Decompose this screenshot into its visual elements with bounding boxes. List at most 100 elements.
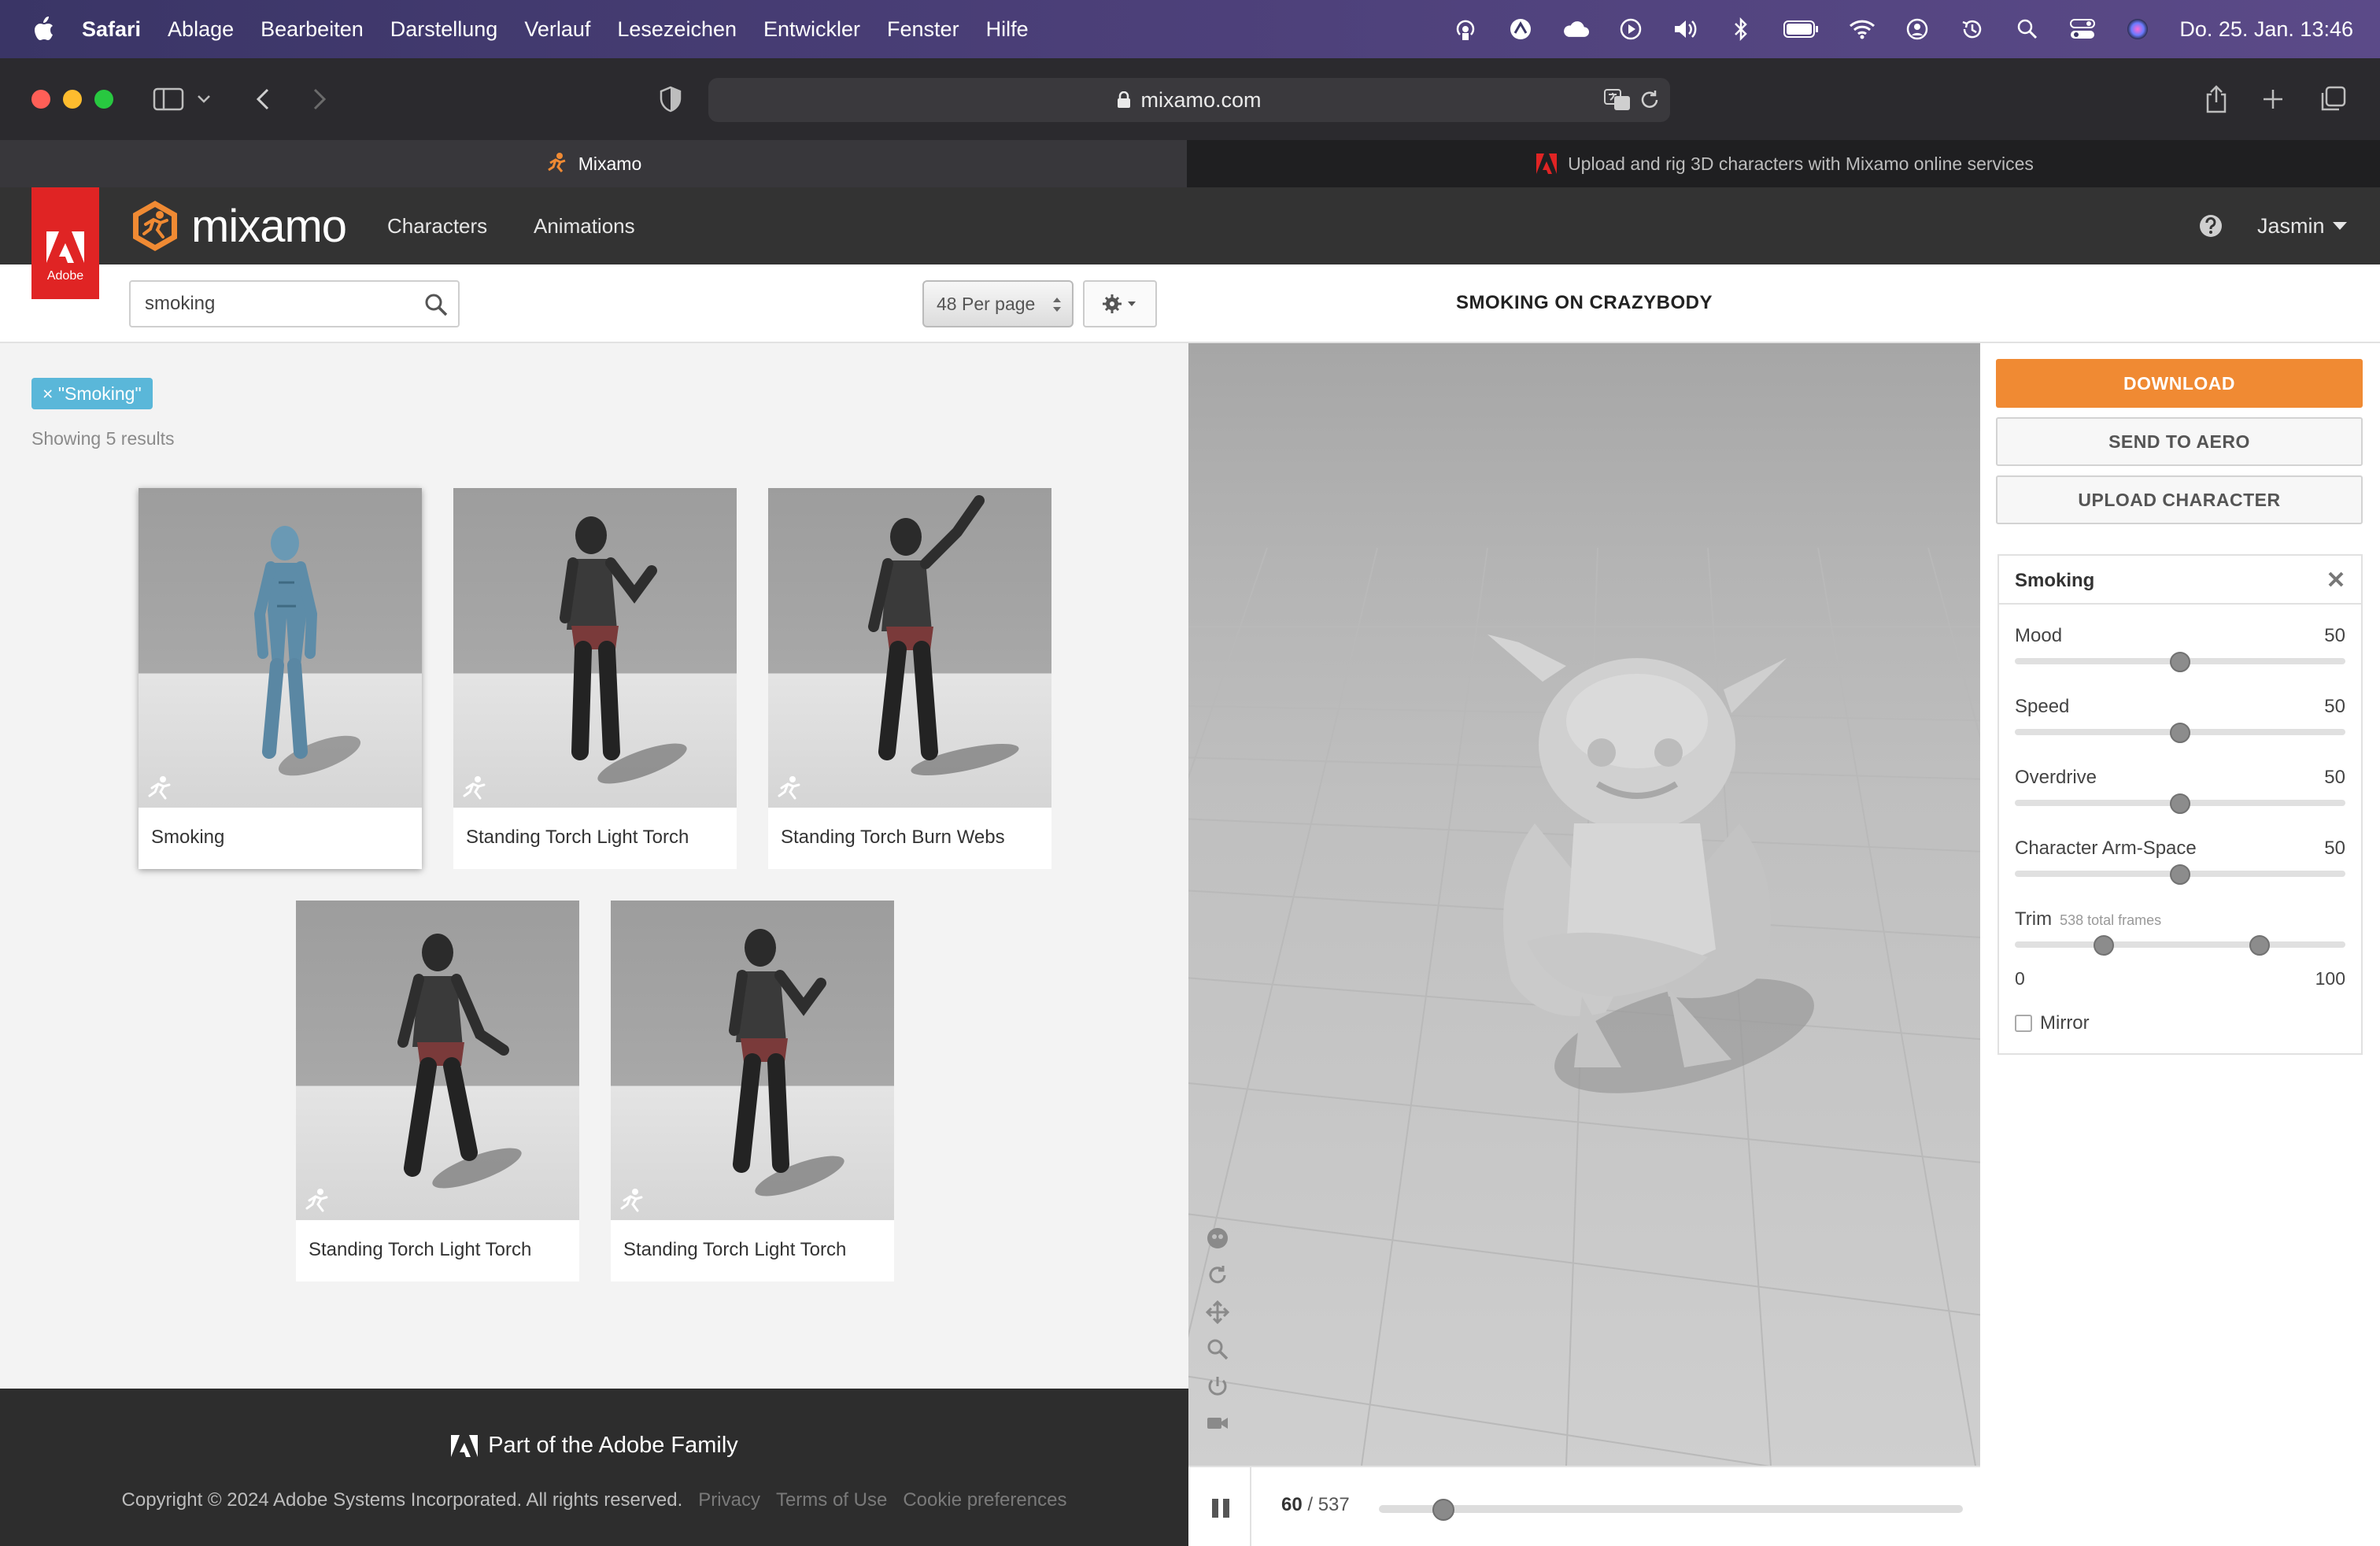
menu-lesezeichen[interactable]: Lesezeichen xyxy=(617,17,737,42)
download-button[interactable]: DOWNLOAD xyxy=(1996,359,2363,408)
spotlight-icon[interactable] xyxy=(2014,16,2041,43)
animation-card[interactable]: Smoking xyxy=(139,488,422,869)
airdrop-icon[interactable] xyxy=(1452,16,1479,43)
help-icon[interactable] xyxy=(2197,213,2224,239)
time-machine-icon[interactable] xyxy=(1959,16,1986,43)
camera-icon[interactable] xyxy=(1206,1411,1229,1435)
menu-safari[interactable]: Safari xyxy=(82,17,141,42)
timeline-playhead[interactable] xyxy=(1432,1499,1455,1521)
back-icon[interactable] xyxy=(246,82,280,117)
share-icon[interactable] xyxy=(2199,82,2234,117)
close-icon[interactable] xyxy=(2326,570,2345,589)
trim-min: 0 xyxy=(2015,968,2025,989)
slider-track[interactable] xyxy=(2015,941,2345,948)
reload-icon[interactable] xyxy=(1639,89,1661,111)
trim-start-knob[interactable] xyxy=(2094,935,2115,956)
privacy-link[interactable]: Privacy xyxy=(698,1489,760,1511)
minimize-window-button[interactable] xyxy=(63,90,82,109)
menu-verlauf[interactable]: Verlauf xyxy=(524,17,590,42)
address-bar[interactable]: mixamo.com xyxy=(708,78,1670,122)
user-icon[interactable] xyxy=(1904,16,1931,43)
animation-card[interactable]: Standing Torch Light Torch xyxy=(296,901,579,1282)
animation-icon xyxy=(778,776,800,800)
chevron-down-icon[interactable] xyxy=(194,82,214,117)
adobe-logo-icon xyxy=(451,1434,479,1457)
arm-space-slider[interactable]: Character Arm-Space 50 xyxy=(2015,838,2345,901)
menu-hilfe[interactable]: Hilfe xyxy=(986,17,1029,42)
speed-slider[interactable]: Speed 50 xyxy=(2015,696,2345,759)
menu-ablage[interactable]: Ablage xyxy=(168,17,234,42)
tab-mixamo[interactable]: Mixamo xyxy=(0,140,1187,187)
control-center-icon[interactable] xyxy=(2069,16,2096,43)
param-label: Character Arm-Space xyxy=(2015,838,2197,859)
adobe-favicon-icon xyxy=(1536,153,1558,174)
mixamo-logo[interactable]: mixamo xyxy=(130,198,347,253)
nav-animations[interactable]: Animations xyxy=(534,187,635,264)
siri-icon[interactable] xyxy=(2124,16,2151,43)
user-menu[interactable]: Jasmin xyxy=(2257,187,2347,264)
tab-adobe-upload[interactable]: Upload and rig 3D characters with Mixamo… xyxy=(1188,140,2380,187)
3d-viewport[interactable] xyxy=(1188,343,1980,1466)
slider-knob[interactable] xyxy=(2170,864,2190,885)
tab-overview-icon[interactable] xyxy=(2315,82,2350,117)
battery-icon[interactable] xyxy=(1783,16,1820,43)
forward-icon[interactable] xyxy=(302,82,337,117)
filter-chip-smoking[interactable]: × "Smoking" xyxy=(31,378,153,409)
slider-knob[interactable] xyxy=(2170,652,2190,672)
sidebar-toggle-icon[interactable] xyxy=(151,82,186,117)
bluetooth-icon[interactable] xyxy=(1728,16,1754,43)
mirror-toggle[interactable]: Mirror xyxy=(2015,1012,2090,1034)
per-page-select[interactable]: 48 Per page xyxy=(922,280,1074,327)
maximize-window-button[interactable] xyxy=(94,90,113,109)
mood-slider[interactable]: Mood 50 xyxy=(2015,625,2345,688)
adobe-label: Adobe xyxy=(46,269,84,283)
terms-link[interactable]: Terms of Use xyxy=(776,1489,887,1511)
menu-fenster[interactable]: Fenster xyxy=(887,17,959,42)
cookie-preferences-link[interactable]: Cookie preferences xyxy=(903,1489,1066,1511)
trim-total-frames: 538 total frames xyxy=(2060,912,2162,928)
menu-entwickler[interactable]: Entwickler xyxy=(763,17,860,42)
mixamo-hex-icon xyxy=(133,201,177,251)
pause-icon[interactable] xyxy=(1210,1497,1231,1519)
animation-card[interactable]: Standing Torch Burn Webs xyxy=(768,488,1051,869)
close-window-button[interactable] xyxy=(31,90,50,109)
menubar-clock[interactable]: Do. 25. Jan. 13:46 xyxy=(2179,17,2353,42)
reset-view-icon[interactable] xyxy=(1206,1374,1229,1398)
volume-icon[interactable] xyxy=(1672,16,1699,43)
send-to-aero-button[interactable]: SEND TO AERO xyxy=(1996,417,2363,466)
trim-slider[interactable]: Trim 538 total frames xyxy=(2015,908,2345,971)
timeline-track[interactable] xyxy=(1379,1505,1963,1513)
overdrive-slider[interactable]: Overdrive 50 xyxy=(2015,767,2345,830)
settings-gear-button[interactable] xyxy=(1083,280,1157,327)
pan-icon[interactable] xyxy=(1205,1300,1230,1325)
upload-character-button[interactable]: UPLOAD CHARACTER xyxy=(1996,475,2363,524)
nav-characters[interactable]: Characters xyxy=(387,187,487,264)
adobe-badge[interactable]: Adobe xyxy=(31,187,99,299)
rotate-icon[interactable] xyxy=(1206,1263,1229,1287)
mixamo-favicon-icon xyxy=(547,153,566,172)
slider-knob[interactable] xyxy=(2170,723,2190,743)
hooded-figure-icon xyxy=(729,929,844,1196)
adobe-family[interactable]: Part of the Adobe Family xyxy=(0,1433,1188,1459)
animation-card[interactable]: Standing Torch Light Torch xyxy=(611,901,894,1282)
mirror-checkbox[interactable] xyxy=(2015,1015,2032,1032)
search-input[interactable] xyxy=(145,290,412,318)
wifi-icon[interactable] xyxy=(1849,16,1876,43)
play-icon[interactable] xyxy=(1617,16,1644,43)
animation-icon xyxy=(305,1189,328,1212)
search-icon[interactable] xyxy=(423,292,449,317)
menu-bearbeiten[interactable]: Bearbeiten xyxy=(261,17,364,42)
slider-knob[interactable] xyxy=(2170,793,2190,814)
skeleton-icon[interactable] xyxy=(1206,1226,1229,1250)
icloud-icon[interactable] xyxy=(1562,16,1590,43)
new-tab-icon[interactable] xyxy=(2256,82,2290,117)
vpn-icon[interactable] xyxy=(1507,16,1534,43)
menu-darstellung[interactable]: Darstellung xyxy=(390,17,498,42)
translate-icon[interactable] xyxy=(1604,89,1631,111)
privacy-shield-icon[interactable] xyxy=(653,82,688,117)
apple-menu-icon[interactable] xyxy=(31,16,55,43)
search-toolbar: 48 Per page xyxy=(0,264,1188,343)
trim-end-knob[interactable] xyxy=(2249,935,2270,956)
animation-card[interactable]: Standing Torch Light Torch xyxy=(453,488,737,869)
zoom-icon[interactable] xyxy=(1206,1337,1229,1361)
